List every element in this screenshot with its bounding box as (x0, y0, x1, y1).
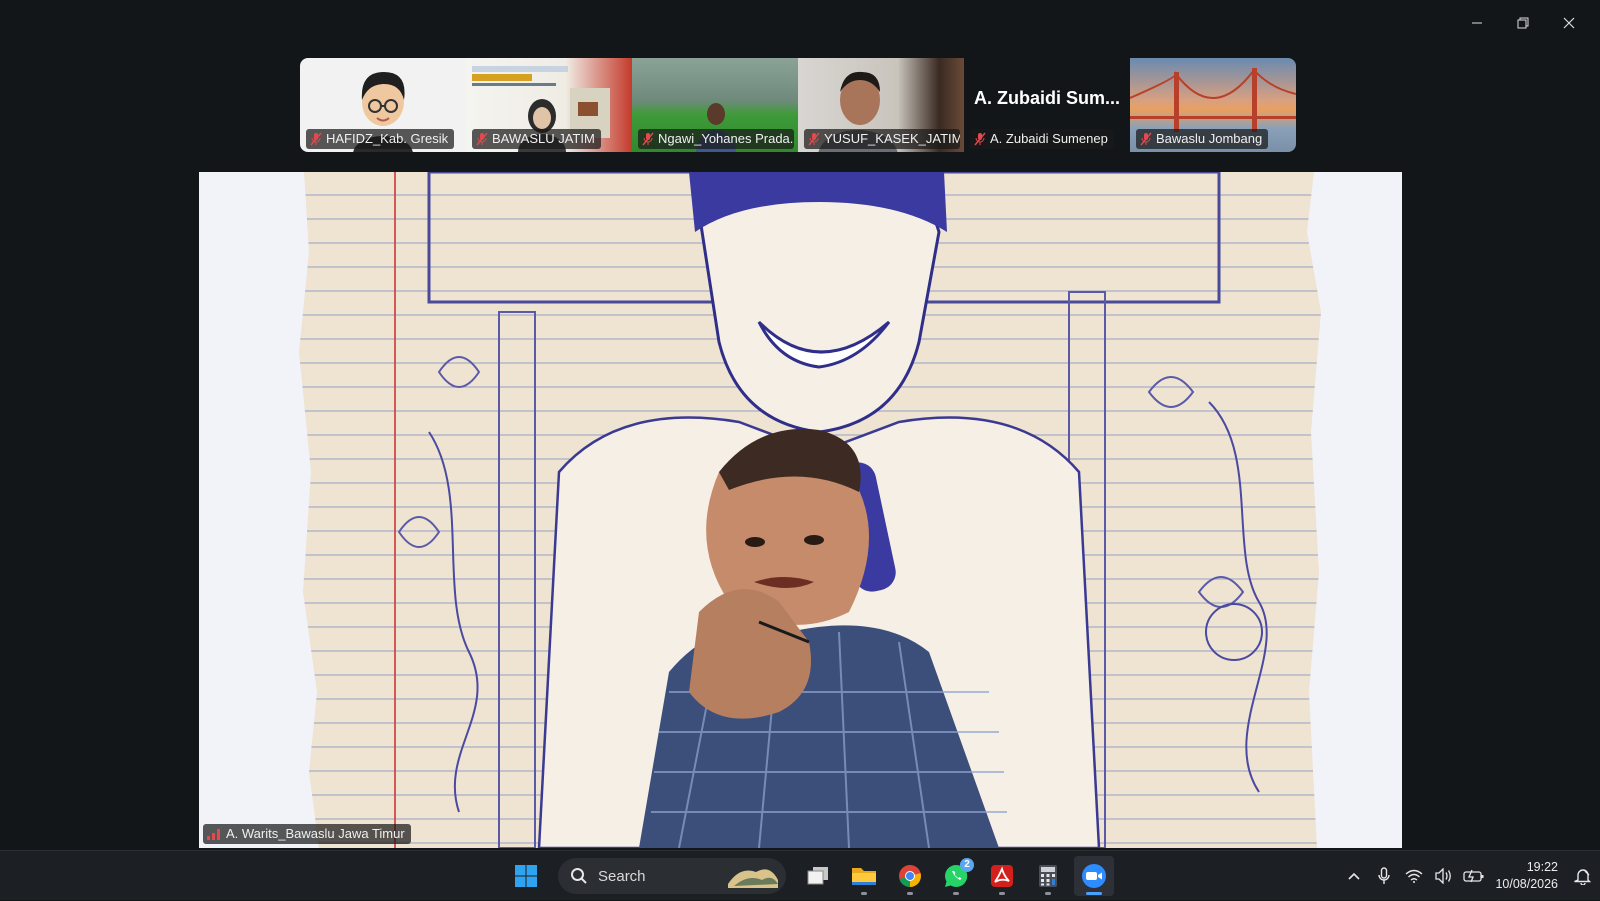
clock-date: 10/08/2026 (1495, 877, 1558, 891)
notification-badge: 2 (960, 858, 974, 872)
participant-name-label: A. Zubaidi Sumenep (970, 129, 1114, 149)
show-hidden-icons-button[interactable] (1339, 856, 1369, 896)
running-indicator (1045, 892, 1051, 895)
folder-icon (852, 868, 876, 885)
mic-muted-icon (476, 132, 488, 146)
taskbar-apps: Search 2 (506, 856, 1114, 896)
participant-name-label: BAWASLU JATIM (472, 129, 601, 149)
acrobat-icon (991, 865, 1013, 887)
acrobat-button[interactable] (982, 856, 1022, 896)
speaker-video-image (199, 172, 1402, 848)
start-button[interactable] (506, 856, 546, 896)
mic-muted-icon (974, 132, 986, 146)
notifications-button[interactable] (1566, 856, 1600, 896)
participant-strip: HAFIDZ_Kab. Gresik BAWASLU JATIM Ngawi_Y… (300, 58, 1296, 152)
notification-bell-icon (1574, 869, 1592, 885)
whatsapp-button[interactable]: 2 (936, 856, 976, 896)
participant-name-label: YUSUF_KASEK_JATIM (804, 129, 960, 149)
participant-name: A. Zubaidi Sumenep (990, 131, 1108, 146)
running-indicator (1086, 892, 1102, 895)
mic-muted-icon (808, 132, 820, 146)
system-tray: 19:22 10/08/2026 (1339, 851, 1600, 901)
window-controls (1454, 8, 1592, 38)
restore-button[interactable] (1500, 8, 1546, 38)
volume-tray-button[interactable] (1429, 856, 1459, 896)
battery-charging-icon (1463, 869, 1484, 883)
participant-name: Ngawi_Yohanes Prada... (658, 131, 794, 146)
search-icon (571, 868, 587, 884)
network-tray-button[interactable] (1399, 856, 1429, 896)
clock-time: 19:22 (1526, 860, 1558, 874)
minimize-button[interactable] (1454, 8, 1500, 38)
chrome-button[interactable] (890, 856, 930, 896)
participant-name: Bawaslu Jombang (1156, 131, 1263, 146)
participant-name-label: Bawaslu Jombang (1136, 129, 1269, 149)
signal-bars-icon (207, 829, 220, 840)
windows-logo-icon (515, 865, 537, 887)
participant-display-name: A. Zubaidi Sum... (973, 87, 1120, 108)
microphone-icon (1378, 867, 1391, 884)
active-speaker-video[interactable]: A. Warits_Bawaslu Jawa Timur (199, 172, 1402, 848)
zoom-meeting-window: HAFIDZ_Kab. Gresik BAWASLU JATIM Ngawi_Y… (0, 0, 1600, 850)
file-explorer-button[interactable] (844, 856, 884, 896)
participant-tile[interactable]: Bawaslu Jombang (1130, 58, 1296, 152)
battery-tray-button[interactable] (1459, 856, 1489, 896)
calculator-button[interactable] (1028, 856, 1068, 896)
running-indicator (907, 892, 913, 895)
participant-name: BAWASLU JATIM (492, 131, 595, 146)
participant-tile[interactable]: Ngawi_Yohanes Prada... (632, 58, 798, 152)
participant-tile[interactable]: A. Zubaidi Sum... A. Zubaidi Sumenep (964, 58, 1130, 152)
windows-taskbar: Search 2 19:22 10/08/2026 (0, 850, 1600, 900)
microphone-tray-button[interactable] (1369, 856, 1399, 896)
participant-name-label: HAFIDZ_Kab. Gresik (306, 129, 455, 149)
zoom-icon (1082, 864, 1106, 888)
participant-tile[interactable]: HAFIDZ_Kab. Gresik (300, 58, 466, 152)
participant-tile[interactable]: YUSUF_KASEK_JATIM (798, 58, 964, 152)
task-view-button[interactable] (798, 856, 838, 896)
mic-muted-icon (1140, 132, 1152, 146)
participant-name: YUSUF_KASEK_JATIM (824, 131, 960, 146)
calculator-icon (1039, 865, 1057, 887)
clock[interactable]: 19:22 10/08/2026 (1489, 859, 1566, 893)
running-indicator (861, 892, 867, 895)
running-indicator (999, 892, 1005, 895)
mic-muted-icon (310, 132, 322, 146)
search-highlight-image (728, 869, 778, 888)
participant-name-label: Ngawi_Yohanes Prada... (638, 129, 794, 149)
mic-muted-icon (642, 132, 654, 146)
minimize-icon (1472, 22, 1482, 24)
participant-name: HAFIDZ_Kab. Gresik (326, 131, 449, 146)
close-button[interactable] (1546, 8, 1592, 38)
active-speaker-name-label: A. Warits_Bawaslu Jawa Timur (203, 824, 411, 844)
chrome-icon (899, 865, 921, 887)
task-view-icon (807, 867, 828, 885)
speaker-volume-icon (1435, 868, 1452, 884)
participant-tile[interactable]: BAWASLU JATIM (466, 58, 632, 152)
zoom-button[interactable] (1074, 856, 1114, 896)
taskbar-search[interactable]: Search (558, 858, 786, 894)
search-placeholder: Search (598, 867, 646, 885)
chevron-up-icon (1348, 872, 1361, 880)
wifi-icon (1405, 869, 1423, 883)
running-indicator (953, 892, 959, 895)
close-icon (1563, 17, 1575, 29)
active-speaker-name: A. Warits_Bawaslu Jawa Timur (226, 826, 405, 841)
restore-icon (1517, 17, 1529, 29)
